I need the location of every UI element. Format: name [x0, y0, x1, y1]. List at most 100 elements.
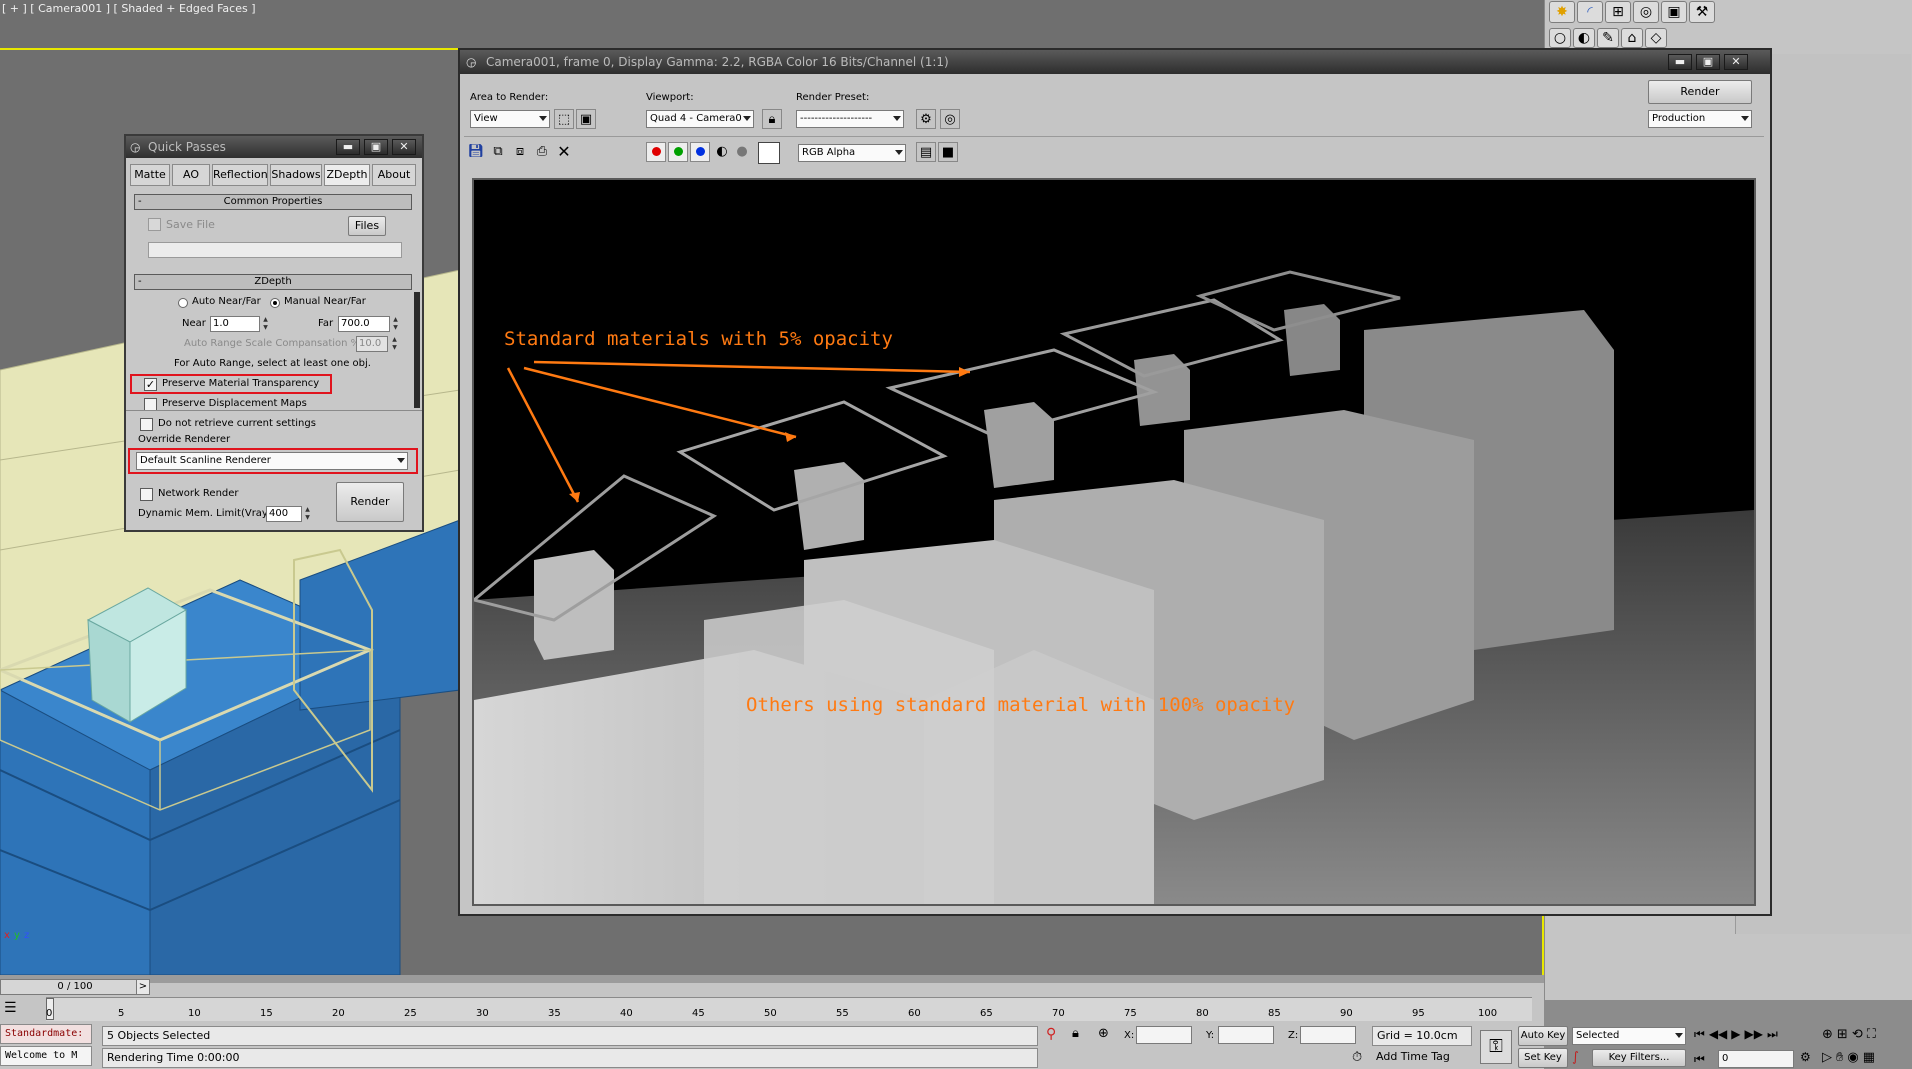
minimize-button[interactable]: ▬ [1668, 54, 1692, 70]
set-key-button[interactable]: Set Key [1518, 1048, 1568, 1068]
maximize-viewport-icon[interactable]: ⛶ [1867, 1027, 1876, 1042]
maximize-button[interactable]: ▣ [364, 139, 388, 155]
tab-shadows[interactable]: Shadows [270, 164, 322, 186]
lights-icon[interactable]: ✎ [1597, 28, 1619, 48]
viewport-dropdown[interactable]: Quad 4 - Camera0 [646, 110, 754, 128]
blue-channel-icon[interactable] [690, 142, 710, 162]
curve-editor-icon[interactable]: ☰ [4, 1000, 26, 1018]
environment-icon[interactable]: ◎ [940, 109, 960, 129]
tab-reflection[interactable]: Reflection [212, 164, 268, 186]
quick-passes-titlebar[interactable]: ◶ Quick Passes ▬ ▣ ✕ [126, 136, 422, 158]
zoom-icon[interactable]: ⊕ [1822, 1027, 1833, 1042]
display-channel-dropdown[interactable]: RGB Alpha [798, 144, 906, 162]
tab-matte[interactable]: Matte [130, 164, 170, 186]
utilities-tab-icon[interactable]: ⚒ [1689, 1, 1715, 23]
viewport-label[interactable]: [ + ] [ Camera001 ] [ Shaded + Edged Fac… [2, 2, 256, 15]
toggle-viewport-icon[interactable]: ▦ [1863, 1050, 1875, 1065]
clear-icon[interactable]: ✕ [554, 142, 574, 162]
motion-tab-icon[interactable]: ◎ [1633, 1, 1659, 23]
maxscript-listener[interactable]: Standardmate: [0, 1024, 92, 1044]
key-selection-dropdown[interactable]: Selected [1572, 1027, 1686, 1045]
quick-passes-render-button[interactable]: Render [336, 482, 404, 522]
copy-image-icon[interactable]: ⧉ [488, 142, 508, 162]
zoom-all-icon[interactable]: ⊞ [1837, 1027, 1848, 1042]
render-frame-titlebar[interactable]: ◶ Camera001, frame 0, Display Gamma: 2.2… [460, 50, 1770, 74]
z-coordinate-field[interactable] [1300, 1026, 1356, 1044]
auto-near-far-radio[interactable] [178, 298, 188, 308]
add-time-tag[interactable]: Add Time Tag [1372, 1048, 1472, 1068]
dynamic-mem-arrows-icon[interactable]: ▲ ▼ [303, 506, 312, 522]
previous-frame-icon[interactable]: ◀◀ [1709, 1027, 1727, 1042]
toggle-ui-overlays-icon[interactable]: ▤ [916, 142, 936, 162]
near-spinner[interactable]: 1.0 [210, 316, 260, 332]
geometry-icon[interactable]: ○ [1549, 28, 1571, 48]
auto-range-spinner[interactable]: 10.0 [356, 336, 388, 352]
current-frame-field[interactable]: 0 [1718, 1050, 1794, 1068]
time-tag-icon[interactable]: ⏱ [1352, 1050, 1362, 1065]
alpha-channel-icon[interactable]: ◐ [712, 142, 732, 162]
minimize-button[interactable]: ▬ [336, 139, 360, 155]
save-image-icon[interactable]: 💾︎ [466, 142, 486, 162]
common-properties-rollout[interactable]: - Common Properties [134, 194, 412, 210]
set-key-mode-icon[interactable]: ⚿ [1480, 1030, 1512, 1064]
hierarchy-tab-icon[interactable]: ⊞ [1605, 1, 1631, 23]
far-spinner-arrows-icon[interactable]: ▲ ▼ [391, 316, 400, 332]
orbit-icon[interactable]: ⟲ [1852, 1027, 1863, 1042]
cameras-icon[interactable]: ⌂ [1621, 28, 1643, 48]
clone-frame-icon[interactable]: ⧈ [510, 142, 530, 162]
absolute-mode-icon[interactable]: ⊕ [1098, 1026, 1109, 1041]
curve-icon[interactable]: ∫ [1572, 1050, 1579, 1065]
dynamic-mem-spinner[interactable]: 400 [266, 506, 302, 522]
files-button[interactable]: Files [348, 216, 386, 236]
go-to-start-icon[interactable]: ⏮ [1694, 1027, 1705, 1042]
lock-icon[interactable]: 🔒︎ [762, 109, 782, 129]
edit-region-icon[interactable]: ⬚ [554, 109, 574, 129]
toggle-ui-icon[interactable]: ■ [938, 142, 958, 162]
production-dropdown[interactable]: Production [1648, 110, 1752, 128]
modify-tab-icon[interactable]: ◜ [1577, 1, 1603, 23]
zdepth-rollout[interactable]: - ZDepth [134, 274, 412, 290]
y-coordinate-field[interactable] [1218, 1026, 1274, 1044]
manual-near-far-radio[interactable] [270, 298, 280, 308]
render-setup-icon[interactable]: ⚙ [916, 109, 936, 129]
time-configuration-icon[interactable]: ⚙ [1800, 1050, 1811, 1064]
near-spinner-arrows-icon[interactable]: ▲ ▼ [261, 316, 270, 332]
display-tab-icon[interactable]: ▣ [1661, 1, 1687, 23]
auto-key-button[interactable]: Auto Key [1518, 1026, 1568, 1046]
key-filters-button[interactable]: Key Filters... [1592, 1049, 1686, 1067]
key-mode-toggle-icon[interactable]: ⏮ [1694, 1052, 1705, 1067]
play-icon[interactable]: ▶ [1731, 1027, 1740, 1042]
helpers-icon[interactable]: ◇ [1645, 28, 1667, 48]
monochrome-icon[interactable]: ● [732, 142, 752, 162]
do-not-retrieve-checkbox[interactable] [140, 418, 153, 431]
render-preset-dropdown[interactable]: -------------------- [796, 110, 904, 128]
auto-region-icon[interactable]: ▣ [576, 109, 596, 129]
close-button[interactable]: ✕ [392, 139, 416, 155]
tab-about[interactable]: About [372, 164, 416, 186]
area-to-render-dropdown[interactable]: View [470, 110, 550, 128]
maximize-button[interactable]: ▣ [1696, 54, 1720, 70]
go-to-end-icon[interactable]: ⏭ [1767, 1027, 1778, 1042]
rollout-scrollbar[interactable] [414, 292, 420, 408]
green-channel-icon[interactable] [668, 142, 688, 162]
create-tab-icon[interactable]: ✸ [1549, 1, 1575, 23]
auto-range-arrows-icon[interactable]: ▲ ▼ [390, 336, 399, 352]
save-file-path-field[interactable] [148, 242, 402, 258]
print-icon[interactable]: ⎙ [532, 142, 552, 162]
rendered-image[interactable]: Standard materials with 5% opacity Other… [472, 178, 1756, 906]
next-frame-icon[interactable]: ▶▶ [1745, 1027, 1763, 1042]
welcome-line[interactable]: Welcome to M [0, 1046, 92, 1066]
tab-zdepth[interactable]: ZDepth [324, 164, 370, 186]
isolate-selection-icon[interactable]: ⚲ [1046, 1026, 1056, 1042]
shapes-icon[interactable]: ◐ [1573, 28, 1595, 48]
close-button[interactable]: ✕ [1724, 54, 1748, 70]
walk-through-icon[interactable]: ◉ [1847, 1050, 1858, 1065]
pan-icon[interactable]: ✋︎ [1836, 1050, 1843, 1065]
color-swatch[interactable] [758, 142, 780, 164]
tab-ao[interactable]: AO [172, 164, 210, 186]
next-frame-icon[interactable]: > [136, 979, 150, 995]
field-of-view-icon[interactable]: ▷ [1822, 1050, 1832, 1065]
far-spinner[interactable]: 700.0 [338, 316, 390, 332]
preserve-displacement-checkbox[interactable] [144, 398, 157, 410]
selection-lock-icon[interactable]: 🔒︎ [1072, 1026, 1079, 1041]
